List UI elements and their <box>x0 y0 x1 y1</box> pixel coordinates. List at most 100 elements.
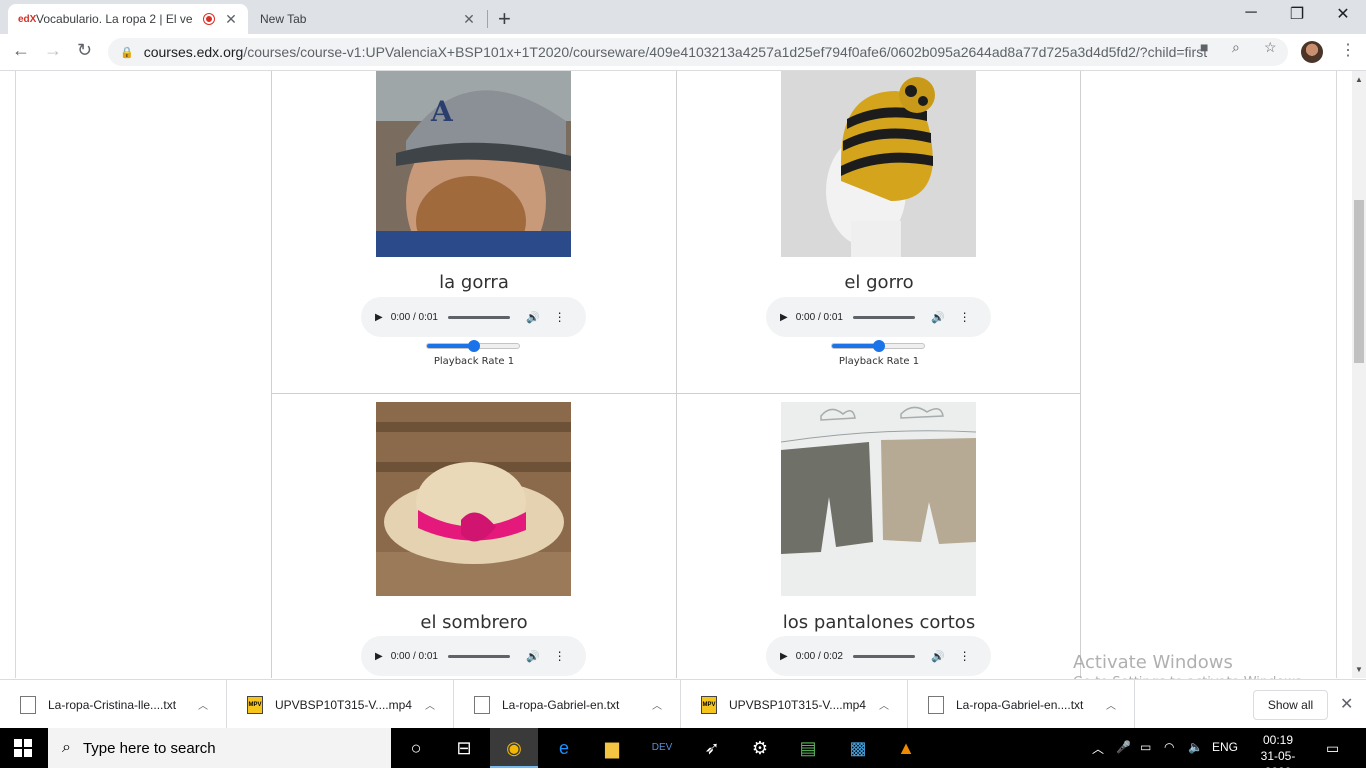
playback-rate-fill <box>427 344 473 348</box>
minimize-button[interactable]: ─ <box>1228 4 1274 22</box>
new-tab-button[interactable]: + <box>498 6 511 32</box>
baseball-cap-image: A <box>376 71 571 257</box>
volume-icon[interactable]: 🔊 <box>526 311 540 324</box>
vocab-card: el sombrero ▶ 0:00 / 0:01 🔊 ⋮ <box>272 394 676 678</box>
volume-icon[interactable]: 🔊 <box>526 650 540 663</box>
reload-button[interactable]: ↻ <box>77 40 92 61</box>
chrome-icon[interactable]: ◉ <box>502 736 526 760</box>
bookmark-star-icon[interactable]: ☆ <box>1264 39 1277 56</box>
camera-icon[interactable]: ■ <box>1200 39 1208 55</box>
photos-icon[interactable]: ▩ <box>846 736 870 760</box>
windows-taskbar: ⌕ Type here to search ○ ⊟ ◉ e ▆ DEV ➶ ⚙ … <box>0 728 1366 779</box>
browser-toolbar: ← → ↻ 🔒 courses.edx.org/courses/course-v… <box>0 34 1366 71</box>
chart-app-icon[interactable]: ▤ <box>796 736 820 760</box>
edge-icon[interactable]: e <box>552 736 576 760</box>
watermark-title: Activate Windows <box>1073 652 1233 673</box>
knit-beanie-image <box>781 71 976 257</box>
battery-icon[interactable]: ▭ <box>1140 740 1151 754</box>
text-file-icon <box>474 695 490 714</box>
svg-text:A: A <box>430 95 454 128</box>
notifications-icon[interactable]: ▭ <box>1326 740 1339 757</box>
chevron-up-icon[interactable]: ︿ <box>652 697 662 712</box>
language-indicator[interactable]: ENG <box>1212 740 1238 754</box>
playback-rate-label: Playback Rate 1 <box>433 356 515 367</box>
bird-app-icon[interactable]: ➶ <box>700 736 724 760</box>
playback-rate-thumb[interactable] <box>873 340 885 352</box>
close-downloads-icon[interactable]: ✕ <box>1340 694 1353 714</box>
url-host: courses.edx.org <box>143 44 244 60</box>
tab-active[interactable]: edX Vocabulario. La ropa 2 | El ve ✕ <box>8 4 248 34</box>
more-options-icon[interactable]: ⋮ <box>554 310 566 324</box>
download-item[interactable]: La-ropa-Cristina-lle....txt ︿ <box>0 680 227 729</box>
tab-title: New Tab <box>260 12 307 26</box>
more-options-icon[interactable]: ⋮ <box>554 649 566 663</box>
url-path: /courses/course-v1:UPValenciaX+BSP101x+1… <box>243 44 1208 60</box>
taskbar-clock[interactable]: 00:19 31-05-2020 <box>1252 732 1304 780</box>
microphone-icon[interactable]: 🎤 <box>1116 740 1131 754</box>
browser-menu-icon[interactable]: ⋮ <box>1340 40 1356 60</box>
search-icon: ⌕ <box>62 739 71 756</box>
audio-time: 0:00 / 0:01 <box>390 311 438 323</box>
dev-cpp-icon[interactable]: DEV <box>650 736 674 760</box>
search-placeholder: Type here to search <box>82 739 216 757</box>
close-tab-icon[interactable]: ✕ <box>224 11 238 28</box>
chevron-up-icon[interactable]: ︿ <box>1106 697 1116 712</box>
download-item[interactable]: MPV UPVBSP10T315-V....mp4 ︿ <box>681 680 908 729</box>
playback-rate-slider[interactable] <box>426 340 520 352</box>
vocab-word: la gorra <box>439 272 509 293</box>
playback-rate-thumb[interactable] <box>468 340 480 352</box>
close-tab-icon[interactable]: ✕ <box>462 11 476 28</box>
settings-icon[interactable]: ⚙ <box>748 736 772 760</box>
download-item[interactable]: MPV UPVBSP10T315-V....mp4 ︿ <box>227 680 454 729</box>
maximize-button[interactable]: ❐ <box>1274 4 1320 24</box>
audio-player: ▶ 0:00 / 0:01 🔊 ⋮ <box>766 297 991 337</box>
zoom-icon[interactable]: ⌕ <box>1232 39 1240 56</box>
play-icon[interactable]: ▶ <box>780 651 788 662</box>
audio-player: ▶ 0:00 / 0:02 🔊 ⋮ <box>766 636 991 676</box>
audio-progress-slider[interactable] <box>852 315 915 319</box>
profile-avatar[interactable] <box>1301 41 1323 63</box>
more-options-icon[interactable]: ⋮ <box>959 649 971 663</box>
scroll-thumb[interactable] <box>1354 200 1364 363</box>
audio-player: ▶ 0:00 / 0:01 🔊 ⋮ <box>361 636 586 676</box>
volume-tray-icon[interactable]: 🔈 <box>1188 740 1203 754</box>
tray-expand-icon[interactable]: ︿ <box>1092 740 1104 757</box>
audio-progress-slider[interactable] <box>447 315 510 319</box>
close-window-button[interactable]: ✕ <box>1320 4 1366 24</box>
show-all-button[interactable]: Show all <box>1253 690 1328 720</box>
chevron-up-icon[interactable]: ︿ <box>879 697 889 712</box>
wifi-icon[interactable]: ◠ <box>1164 740 1174 754</box>
clock-time: 00:19 <box>1262 733 1294 747</box>
audio-progress-slider[interactable] <box>852 654 915 658</box>
download-item[interactable]: La-ropa-Gabriel-en....txt ︿ <box>908 680 1135 729</box>
page-scrollbar[interactable]: ▲ ▼ <box>1352 71 1366 678</box>
play-icon[interactable]: ▶ <box>780 312 788 323</box>
chevron-up-icon[interactable]: ︿ <box>425 697 435 712</box>
back-button[interactable]: ← <box>12 40 30 61</box>
audio-time: 0:00 / 0:01 <box>390 650 438 662</box>
address-bar[interactable]: 🔒 courses.edx.org/courses/course-v1:UPVa… <box>108 38 1288 66</box>
taskbar-search-box[interactable]: ⌕ Type here to search <box>48 728 391 768</box>
vocab-word: los pantalones cortos <box>782 612 976 633</box>
play-icon[interactable]: ▶ <box>375 312 383 323</box>
file-explorer-icon[interactable]: ▆ <box>600 736 624 760</box>
volume-icon[interactable]: 🔊 <box>931 650 945 663</box>
chevron-up-icon[interactable]: ︿ <box>198 697 208 712</box>
play-icon[interactable]: ▶ <box>375 651 383 662</box>
more-options-icon[interactable]: ⋮ <box>959 310 971 324</box>
cortana-icon[interactable]: ○ <box>404 736 428 760</box>
tab-strip: edX Vocabulario. La ropa 2 | El ve ✕ New… <box>0 0 1366 34</box>
forward-button[interactable]: → <box>44 40 62 61</box>
vlc-icon[interactable]: ▲ <box>894 736 918 760</box>
windows-start-button[interactable] <box>14 739 32 757</box>
playback-rate-slider[interactable] <box>831 340 925 352</box>
scroll-up-icon[interactable]: ▲ <box>1355 75 1363 84</box>
scroll-down-icon[interactable]: ▼ <box>1355 665 1363 674</box>
audio-progress-slider[interactable] <box>447 654 510 658</box>
download-item[interactable]: La-ropa-Gabriel-en.txt ︿ <box>454 680 681 729</box>
audio-player: ▶ 0:00 / 0:01 🔊 ⋮ <box>361 297 586 337</box>
audio-time: 0:00 / 0:02 <box>795 650 843 662</box>
tab-new[interactable]: New Tab ✕ <box>250 4 486 34</box>
task-view-icon[interactable]: ⊟ <box>452 736 476 760</box>
volume-icon[interactable]: 🔊 <box>931 311 945 324</box>
